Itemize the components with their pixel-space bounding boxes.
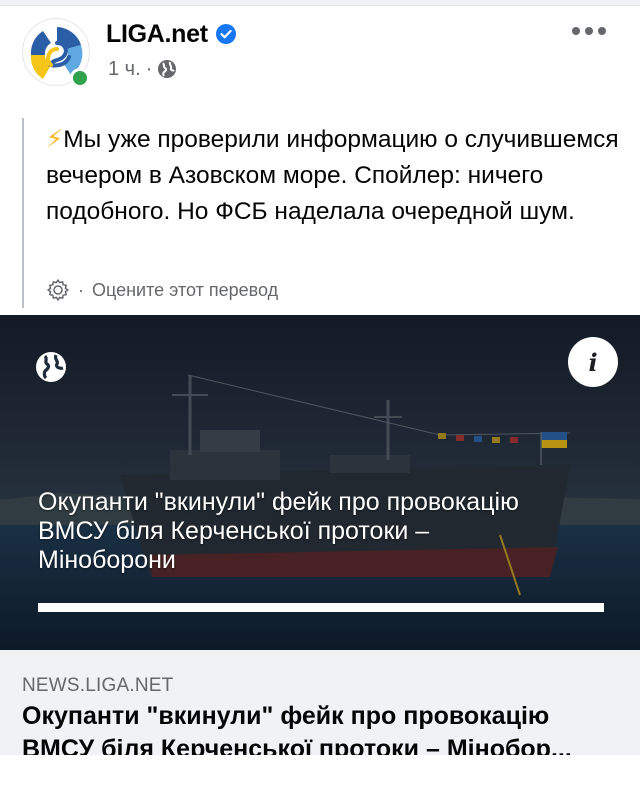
gear-icon[interactable]	[46, 278, 70, 302]
translate-separator: ·	[78, 279, 84, 300]
source-globe-icon	[36, 352, 66, 382]
page-name[interactable]: LIGA.net	[106, 20, 208, 49]
meta-separator: ·	[145, 57, 153, 80]
globe-icon[interactable]	[157, 59, 177, 79]
post-time[interactable]: 1 ч.	[108, 58, 141, 81]
post-message: Мы уже проверили информацию о случившемс…	[46, 126, 619, 225]
page-name-row: LIGA.net	[106, 18, 236, 50]
link-domain: NEWS.LIGA.NET	[22, 675, 174, 696]
preview-image-title: Окупанти "вкинули" фейк про провокацію В…	[38, 488, 519, 574]
rate-translation-link[interactable]: Оцените этот перевод	[92, 280, 278, 301]
info-icon[interactable]: i	[568, 337, 618, 387]
warship-photo	[0, 315, 640, 650]
translation-rating[interactable]: · Оцените этот перевод	[46, 278, 278, 302]
post-body: ⚡Мы уже проверили информацию о случившем…	[22, 118, 622, 308]
post-text: ⚡Мы уже проверили информацию о случившем…	[46, 118, 622, 230]
link-preview-image[interactable]	[0, 315, 640, 650]
post-header: LIGA.net 1 ч. ·	[0, 6, 640, 106]
online-status-dot	[70, 68, 90, 88]
verified-badge-icon	[215, 24, 236, 44]
feed-bottom	[0, 755, 640, 785]
lightning-emoji: ⚡	[46, 126, 64, 153]
preview-image-bar	[38, 603, 604, 612]
post-meta: 1 ч. ·	[108, 56, 177, 82]
more-options-icon[interactable]	[566, 16, 612, 46]
